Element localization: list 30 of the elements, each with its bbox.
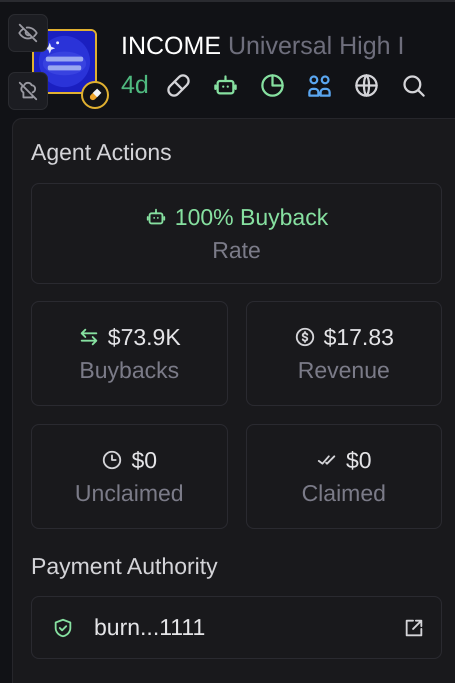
globe-icon <box>352 72 380 99</box>
token-age: 4d <box>121 71 149 100</box>
section-title: Agent Actions <box>31 138 173 167</box>
dollar-coin-icon <box>294 326 316 348</box>
hat-off-icon <box>17 80 39 102</box>
stat-value: $17.83 <box>324 323 394 351</box>
stat-label: Buybacks <box>79 356 180 384</box>
stat-value: $0 <box>131 446 158 474</box>
rate-value: 100% Buyback <box>174 203 328 231</box>
stat-label: Unclaimed <box>74 479 184 507</box>
stat-value: $0 <box>346 446 372 474</box>
stat-label: Revenue <box>298 356 390 384</box>
open-link-button[interactable] <box>403 616 425 638</box>
hide-button[interactable] <box>8 72 48 110</box>
stat-label: Rate <box>212 236 261 264</box>
token-name: Universal High I <box>228 32 404 60</box>
hide-button[interactable] <box>8 14 48 52</box>
clock-icon <box>101 449 124 471</box>
section-title: Payment Authority <box>31 552 219 581</box>
pill-badge-icon <box>81 81 109 109</box>
stat-label: Claimed <box>302 479 386 507</box>
stat-value: $73.9K <box>108 323 181 351</box>
swap-arrows-icon <box>78 326 100 348</box>
shield-check-icon <box>52 616 74 638</box>
pill-icon <box>164 72 192 99</box>
eye-off-icon <box>17 22 39 44</box>
address-text: burn...1111 <box>94 614 206 641</box>
pie-chart-icon <box>258 72 286 99</box>
token-symbol: INCOME <box>121 32 221 60</box>
external-link-icon <box>403 616 425 638</box>
